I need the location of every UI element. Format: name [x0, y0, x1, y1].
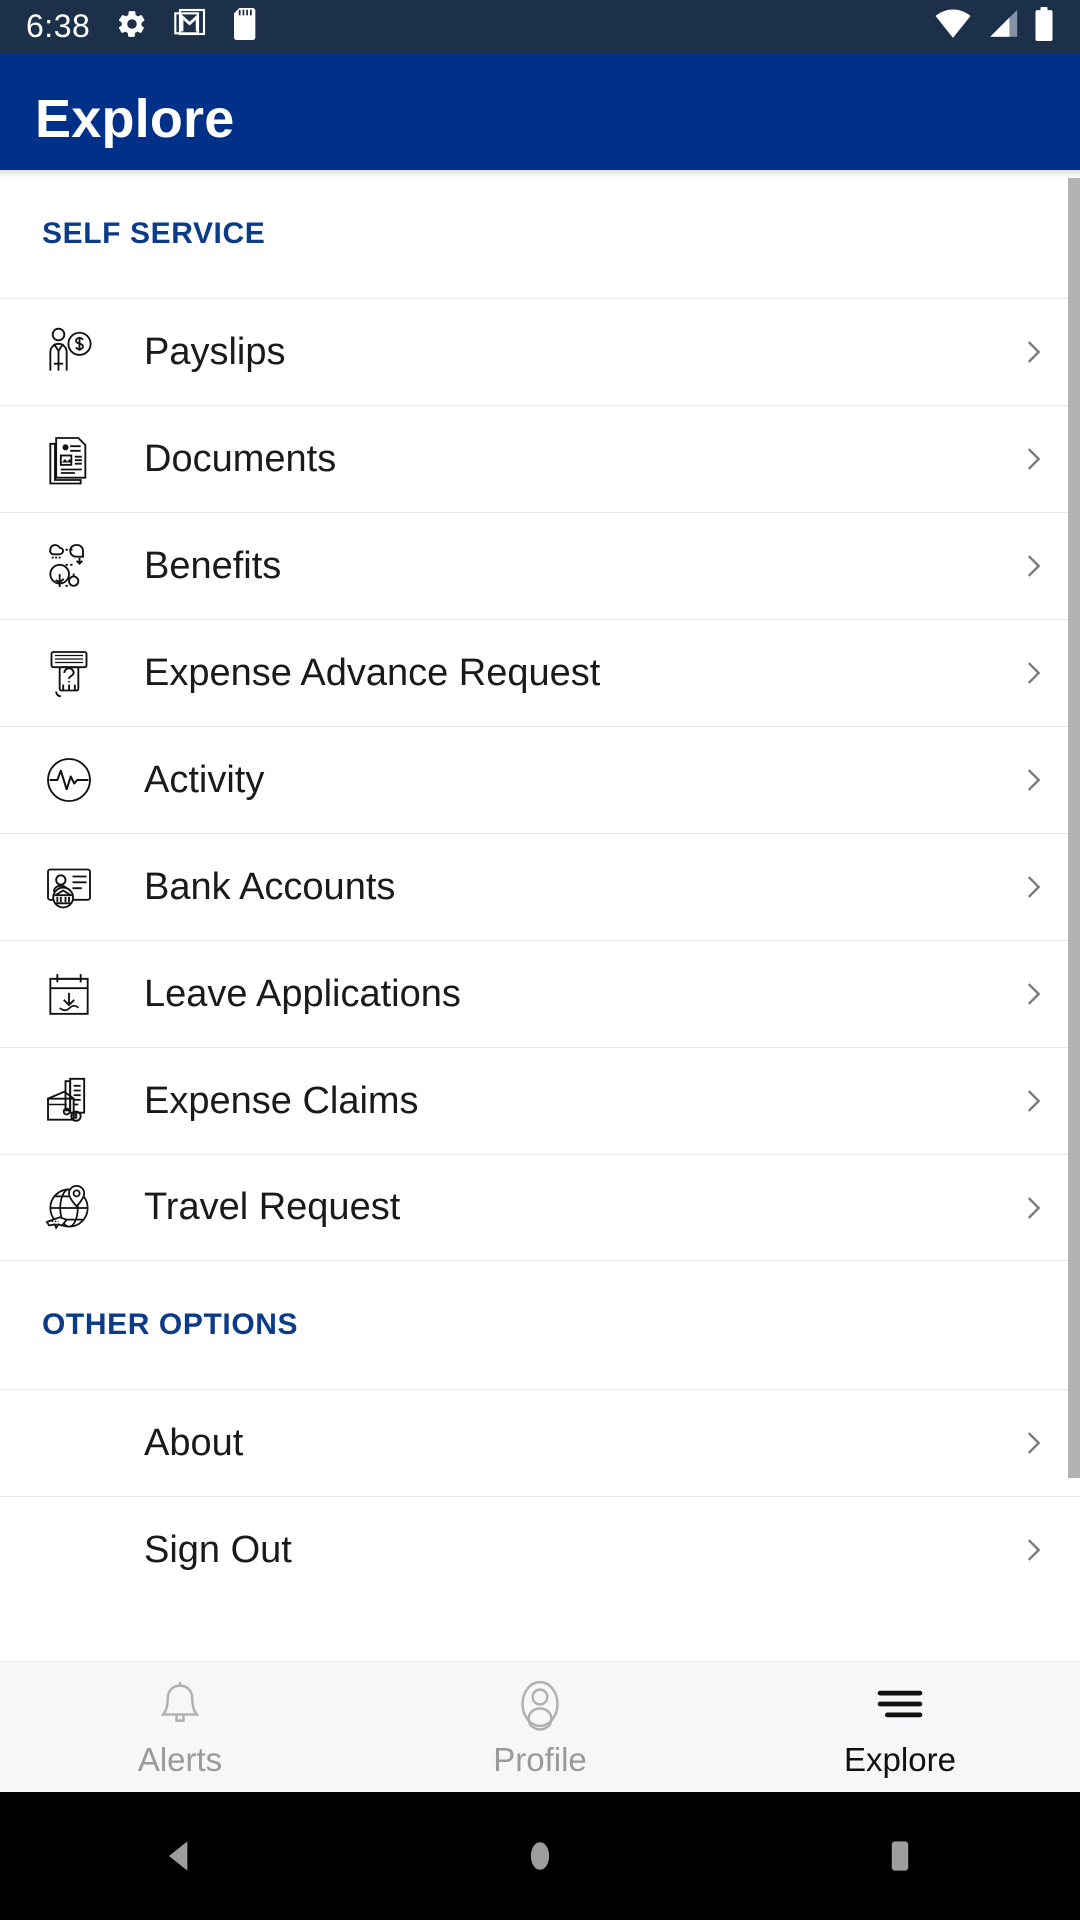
list-item-label: Sign Out: [144, 1528, 292, 1571]
wallet-receipt-icon: [38, 1070, 100, 1132]
phone-screen: 6:38 Explore SELF SERVICE Payslips Docum…: [0, 0, 1080, 1920]
back-button[interactable]: [0, 1834, 360, 1878]
payslip-person-money-icon: [38, 321, 100, 383]
chevron-right-icon: [1016, 1426, 1050, 1460]
chevron-right-icon: [1016, 656, 1050, 690]
chevron-right-icon: [1016, 1533, 1050, 1567]
status-bar-clock: 6:38: [26, 8, 91, 44]
section-header-label: SELF SERVICE: [42, 217, 266, 250]
list-item-about[interactable]: About: [0, 1389, 1080, 1496]
benefits-tree-icon: [38, 535, 100, 597]
activity-pulse-icon: [38, 749, 100, 811]
bank-card-icon: [38, 856, 100, 918]
bottom-navigation-bar: Alerts Profile Explore: [0, 1662, 1080, 1792]
vertical-scrollbar[interactable]: [1068, 178, 1080, 1478]
chevron-right-icon: [1016, 442, 1050, 476]
list-item-documents[interactable]: Documents: [0, 405, 1080, 512]
chevron-right-icon: [1016, 977, 1050, 1011]
list-item-sign-out[interactable]: Sign Out: [0, 1496, 1080, 1603]
gear-icon: [116, 8, 148, 45]
explore-list[interactable]: SELF SERVICE Payslips Documents Benefits…: [0, 170, 1080, 1662]
list-item-travel-request[interactable]: Travel Request: [0, 1154, 1080, 1261]
section-header-label: OTHER OPTIONS: [42, 1308, 299, 1341]
chevron-right-icon: [1016, 549, 1050, 583]
list-item-label: About: [144, 1421, 244, 1464]
list-item-payslips[interactable]: Payslips: [0, 298, 1080, 405]
list-item-label: Expense Claims: [144, 1079, 419, 1122]
list-item-label: Leave Applications: [144, 972, 461, 1015]
calendar-download-icon: [38, 963, 100, 1025]
nav-tab-label: Explore: [844, 1741, 956, 1778]
android-navigation-bar: [0, 1792, 1080, 1920]
list-item-activity[interactable]: Activity: [0, 726, 1080, 833]
status-bar: 6:38: [0, 0, 1080, 53]
section-header-other-options: OTHER OPTIONS: [0, 1261, 1080, 1389]
list-item-bank-accounts[interactable]: Bank Accounts: [0, 833, 1080, 940]
home-button[interactable]: [360, 1834, 720, 1878]
list-item-label: Expense Advance Request: [144, 651, 601, 694]
gmail-icon: [174, 8, 206, 45]
hamburger-icon: [871, 1675, 929, 1733]
nav-tab-profile[interactable]: Profile: [360, 1662, 720, 1792]
list-item-expense-claims[interactable]: Expense Claims: [0, 1047, 1080, 1154]
nav-tab-alerts[interactable]: Alerts: [0, 1662, 360, 1792]
page-title: Explore: [35, 89, 235, 149]
bell-icon: [152, 1675, 208, 1733]
chevron-right-icon: [1016, 870, 1050, 904]
list-item-label: Travel Request: [144, 1186, 401, 1228]
app-bar: Explore: [0, 53, 1080, 170]
list-item-benefits[interactable]: Benefits: [0, 512, 1080, 619]
globe-plane-icon: [38, 1177, 100, 1239]
cellular-signal-icon: [986, 8, 1020, 45]
documents-stack-icon: [38, 428, 100, 490]
chevron-right-icon: [1016, 763, 1050, 797]
wifi-icon: [934, 8, 972, 45]
person-icon: [512, 1675, 568, 1733]
list-item-leave-applications[interactable]: Leave Applications: [0, 940, 1080, 1047]
status-bar-left: 6:38: [26, 8, 260, 45]
list-item-expense-advance-request[interactable]: Expense Advance Request: [0, 619, 1080, 726]
list-item-label: Documents: [144, 437, 337, 480]
list-item-label: Activity: [144, 758, 265, 801]
chevron-right-icon: [1016, 1191, 1050, 1225]
battery-icon: [1034, 7, 1054, 46]
section-header-self-service: SELF SERVICE: [0, 170, 1080, 298]
chevron-right-icon: [1016, 1084, 1050, 1118]
recents-button[interactable]: [720, 1834, 1080, 1878]
nav-tab-explore[interactable]: Explore: [720, 1662, 1080, 1792]
list-item-label: Bank Accounts: [144, 865, 396, 908]
list-item-label: Payslips: [144, 330, 286, 373]
cash-dispenser-icon: [38, 642, 100, 704]
nav-tab-label: Profile: [493, 1741, 587, 1778]
chevron-right-icon: [1016, 335, 1050, 369]
list-item-label: Benefits: [144, 544, 282, 587]
nav-tab-label: Alerts: [137, 1741, 223, 1778]
sd-card-icon: [232, 8, 260, 45]
status-bar-right: [934, 7, 1054, 46]
